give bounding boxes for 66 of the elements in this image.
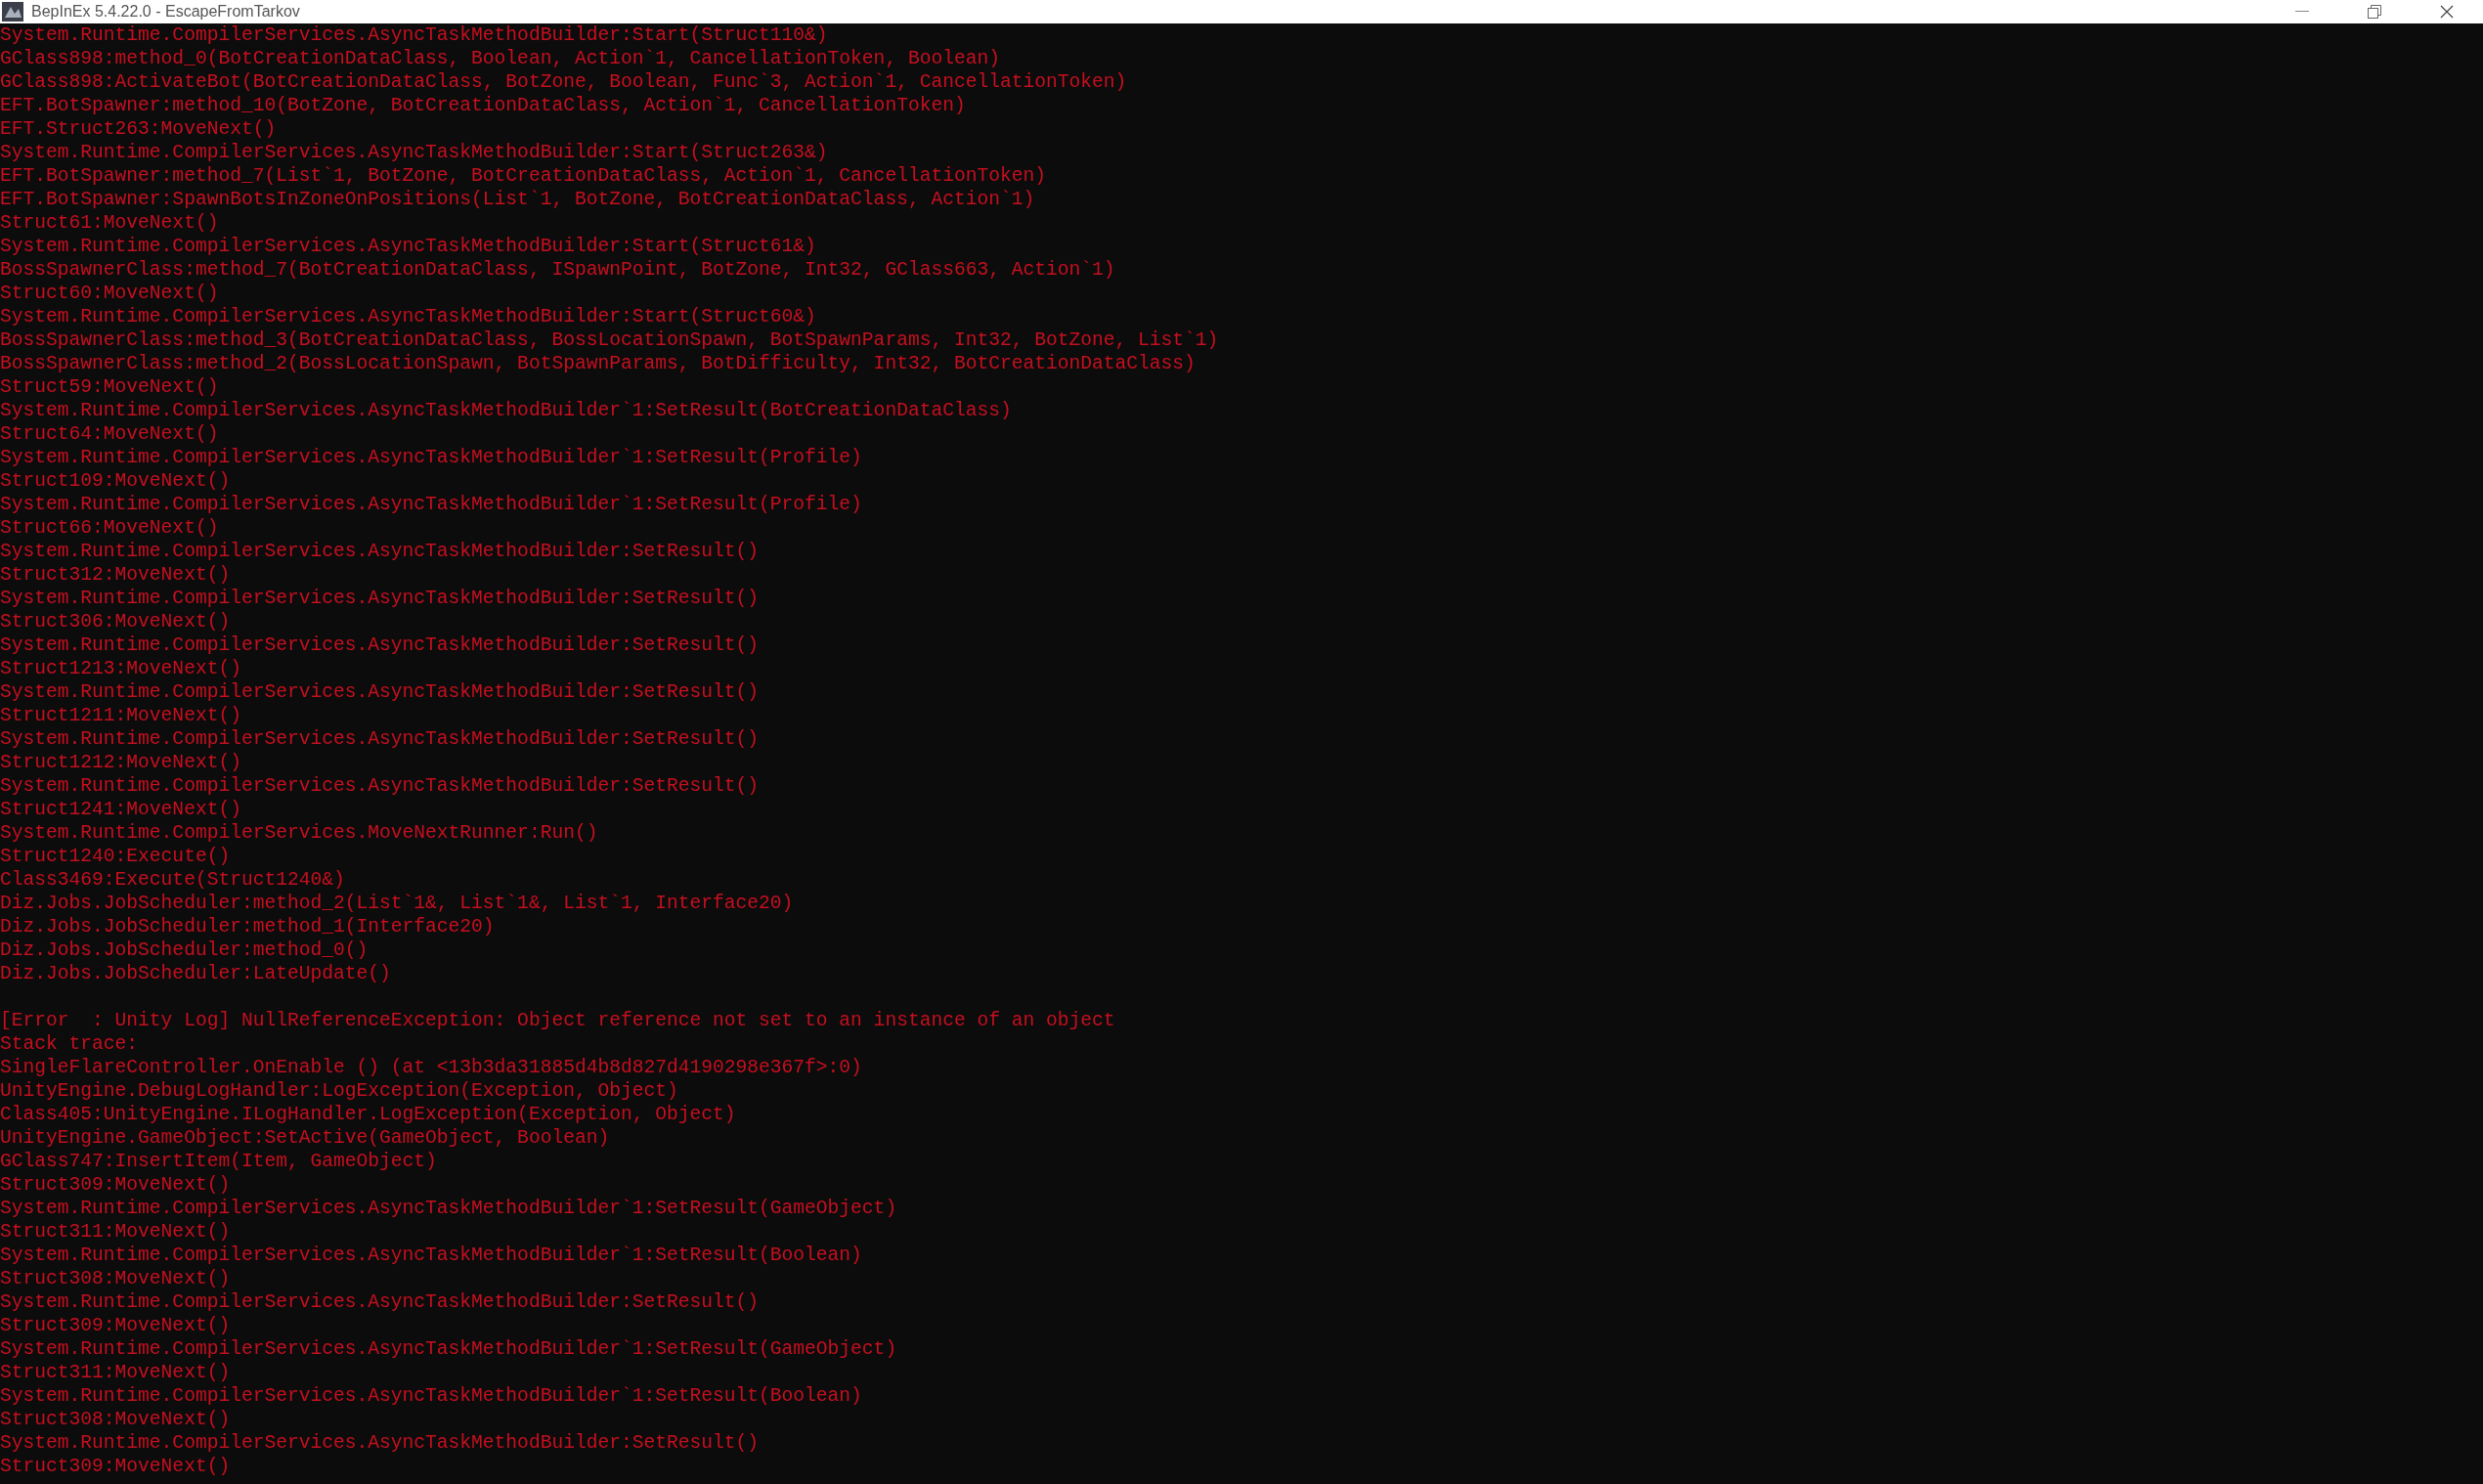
log-line: Diz.Jobs.JobScheduler:method_0()	[0, 938, 369, 962]
log-line: Diz.Jobs.JobScheduler:method_2(List`1&, List`1&, List`1, Interface20)	[0, 892, 794, 915]
log-line: Stack trace:	[0, 1032, 139, 1056]
log-line: System.Runtime.CompilerServices.AsyncTaskMethodBuilder:SetResult()	[0, 680, 760, 704]
log-line: GClass898:ActivateBot(BotCreationDataClass, BotZone, Boolean, Func`3, Action`1, CancellationToken)	[0, 70, 1127, 94]
log-line: EFT.BotSpawner:method_10(BotZone, BotCreationDataClass, Action`1, CancellationToken)	[0, 94, 966, 117]
log-line: Struct311:MoveNext()	[0, 1361, 231, 1384]
log-line: System.Runtime.CompilerServices.AsyncTaskMethodBuilder:SetResult()	[0, 1290, 760, 1314]
log-line: System.Runtime.CompilerServices.AsyncTaskMethodBuilder`1:SetResult(GameObject)	[0, 1337, 897, 1361]
log-line: Struct308:MoveNext()	[0, 1267, 231, 1290]
log-line: Struct1213:MoveNext()	[0, 657, 241, 680]
log-line: System.Runtime.CompilerServices.AsyncTaskMethodBuilder:Start(Struct60&)	[0, 305, 816, 328]
log-line: Struct66:MoveNext()	[0, 516, 219, 540]
log-line: Struct309:MoveNext()	[0, 1314, 231, 1337]
log-line: Struct306:MoveNext()	[0, 610, 231, 633]
log-line: Struct60:MoveNext()	[0, 282, 219, 305]
log-line: Struct109:MoveNext()	[0, 469, 231, 493]
log-line: Struct1240:Execute()	[0, 845, 231, 868]
log-line: System.Runtime.CompilerServices.AsyncTaskMethodBuilder`1:SetResult(Profile)	[0, 446, 862, 469]
log-line: UnityEngine.GameObject:SetActive(GameObject, Boolean)	[0, 1126, 610, 1150]
log-line: System.Runtime.CompilerServices.AsyncTaskMethodBuilder:SetResult()	[0, 774, 760, 798]
restore-icon	[2368, 5, 2381, 19]
log-line: System.Runtime.CompilerServices.AsyncTaskMethodBuilder`1:SetResult(Boolean)	[0, 1384, 862, 1408]
app-icon	[2, 2, 23, 22]
log-line: System.Runtime.CompilerServices.AsyncTaskMethodBuilder:Start(Struct61&)	[0, 235, 816, 258]
log-line: System.Runtime.CompilerServices.AsyncTaskMethodBuilder:SetResult()	[0, 540, 760, 563]
log-line: System.Runtime.CompilerServices.MoveNextRunner:Run()	[0, 821, 598, 845]
log-line: Struct1241:MoveNext()	[0, 798, 241, 821]
log-line: Class3469:Execute(Struct1240&)	[0, 868, 345, 892]
log-line: EFT.BotSpawner:method_7(List`1, BotZone, BotCreationDataClass, Action`1, CancellationToken)	[0, 164, 1046, 188]
log-line: System.Runtime.CompilerServices.AsyncTaskMethodBuilder`1:SetResult(Boolean)	[0, 1244, 862, 1267]
log-line: System.Runtime.CompilerServices.AsyncTaskMethodBuilder:SetResult()	[0, 727, 760, 751]
log-line: BossSpawnerClass:method_2(BossLocationSpawn, BotSpawnParams, BotDifficulty, Int32, BotCreationDataClass)	[0, 352, 1196, 375]
log-line: Diz.Jobs.JobScheduler:LateUpdate()	[0, 962, 391, 985]
log-line: Struct61:MoveNext()	[0, 211, 219, 235]
log-line: Class405:UnityEngine.ILogHandler.LogException(Exception, Object)	[0, 1103, 736, 1126]
close-icon	[2440, 5, 2454, 19]
log-line: Struct311:MoveNext()	[0, 1220, 231, 1244]
log-line: GClass898:method_0(BotCreationDataClass, Boolean, Action`1, CancellationToken, Boolean)	[0, 47, 1000, 70]
log-line: Diz.Jobs.JobScheduler:method_1(Interface20)	[0, 915, 495, 938]
minimize-icon	[2295, 11, 2309, 13]
log-line: EFT.Struct263:MoveNext()	[0, 117, 277, 141]
log-line: Struct1211:MoveNext()	[0, 704, 241, 727]
log-line: System.Runtime.CompilerServices.AsyncTaskMethodBuilder`1:SetResult(GameObject)	[0, 1197, 897, 1220]
log-line: System.Runtime.CompilerServices.AsyncTaskMethodBuilder:SetResult()	[0, 633, 760, 657]
log-line: UnityEngine.DebugLogHandler:LogException(Exception, Object)	[0, 1079, 678, 1103]
log-line: EFT.BotSpawner:SpawnBotsInZoneOnPositions(List`1, BotZone, BotCreationDataClass, Action`1)	[0, 188, 1035, 211]
log-line: BossSpawnerClass:method_3(BotCreationDataClass, BossLocationSpawn, BotSpawnParams, Int32, BotZone, List`1)	[0, 328, 1219, 352]
log-line: System.Runtime.CompilerServices.AsyncTaskMethodBuilder`1:SetResult(Profile)	[0, 493, 862, 516]
log-line: SingleFlareController.OnEnable () (at <13b3da31885d4b8d827d4190298e367f>:0)	[0, 1056, 862, 1079]
log-line: Struct59:MoveNext()	[0, 375, 219, 399]
log-line: Struct1212:MoveNext()	[0, 751, 241, 774]
log-line: Struct312:MoveNext()	[0, 563, 231, 587]
log-line: System.Runtime.CompilerServices.AsyncTaskMethodBuilder:SetResult()	[0, 587, 760, 610]
log-line: Struct64:MoveNext()	[0, 422, 219, 446]
log-line: System.Runtime.CompilerServices.AsyncTaskMethodBuilder:Start(Struct263&)	[0, 141, 828, 164]
log-line: System.Runtime.CompilerServices.AsyncTaskMethodBuilder:SetResult()	[0, 1431, 760, 1455]
log-line: [Error : Unity Log] NullReferenceException: Object reference not set to an instance of an object	[0, 1009, 1115, 1032]
log-line: Struct309:MoveNext()	[0, 1455, 231, 1478]
log-line: Struct308:MoveNext()	[0, 1408, 231, 1431]
window-title: BepInEx 5.4.22.0 - EscapeFromTarkov	[31, 2, 300, 22]
log-line: Struct309:MoveNext()	[0, 1173, 231, 1197]
log-line: System.Runtime.CompilerServices.AsyncTaskMethodBuilder`1:SetResult(BotCreationDataClass)	[0, 399, 1012, 422]
log-line: System.Runtime.CompilerServices.AsyncTaskMethodBuilder:Start(Struct110&)	[0, 23, 828, 47]
log-line: BossSpawnerClass:method_7(BotCreationDataClass, ISpawnPoint, BotZone, Int32, GClass663, Action`1)	[0, 258, 1115, 282]
log-line: GClass747:InsertItem(Item, GameObject)	[0, 1150, 437, 1173]
